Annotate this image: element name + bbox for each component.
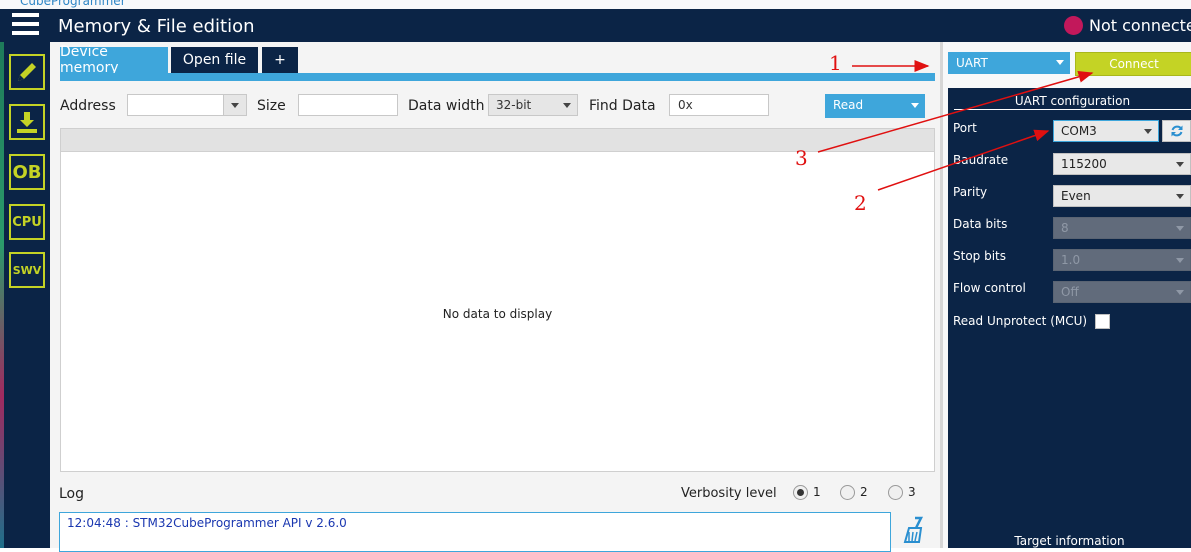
connection-panel: UART Connect UART configuration Port COM…: [943, 42, 1191, 550]
chevron-down-icon: [563, 103, 571, 108]
sidebar-item-memory-edit[interactable]: [9, 54, 45, 90]
chevron-down-icon: [1176, 162, 1184, 167]
log-output[interactable]: 12:04:48 : STM32CubeProgrammer API v 2.6…: [59, 512, 891, 552]
data-width-value: 32-bit: [496, 98, 532, 112]
baudrate-select[interactable]: 115200: [1053, 153, 1191, 175]
app-name-strip: CubeProgrammer: [0, 0, 1191, 9]
stop-bits-value: 1.0: [1061, 253, 1081, 267]
size-label: Size: [257, 98, 286, 114]
verbosity-radio-2-label: 2: [860, 485, 868, 499]
chevron-down-icon: [1176, 194, 1184, 199]
empty-state-text: No data to display: [442, 307, 553, 321]
swv-icon: SWV: [12, 263, 42, 277]
address-input[interactable]: [127, 94, 224, 116]
stop-bits-select: 1.0: [1053, 249, 1191, 271]
verbosity-radio-3[interactable]: [888, 485, 903, 500]
read-unprotect-checkbox[interactable]: [1095, 314, 1110, 329]
chevron-down-icon: [1056, 60, 1064, 65]
chevron-down-icon: [1176, 290, 1184, 295]
chevron-down-icon: [1176, 226, 1184, 231]
sidebar: OB CPU SWV: [0, 42, 50, 548]
parity-label: Parity: [953, 185, 988, 199]
interface-value: UART: [956, 56, 988, 70]
uart-config-panel: UART configuration Port COM3 Baudrate 11…: [948, 88, 1191, 550]
chevron-down-icon: [1176, 258, 1184, 263]
find-data-label: Find Data: [589, 98, 656, 114]
data-bits-value: 8: [1061, 221, 1069, 235]
address-dropdown-button[interactable]: [223, 94, 247, 116]
tab-device-memory[interactable]: Device memory: [60, 44, 168, 76]
sidebar-item-erase-program[interactable]: [9, 104, 45, 140]
connection-status-icon: [1064, 16, 1083, 35]
annotation-label-1: 1: [829, 51, 842, 75]
port-select[interactable]: COM3: [1053, 120, 1159, 142]
interface-select[interactable]: UART: [948, 52, 1070, 74]
uart-config-title: UART configuration: [954, 94, 1191, 110]
data-bits-select: 8: [1053, 217, 1191, 239]
clear-log-broom-icon[interactable]: [901, 516, 925, 544]
app-name: CubeProgrammer: [20, 0, 126, 8]
hamburger-menu-icon[interactable]: [12, 13, 39, 36]
port-label: Port: [953, 121, 977, 135]
annotation-label-3: 3: [795, 146, 808, 170]
verbosity-radio-1-label: 1: [813, 485, 821, 499]
chevron-down-icon: [1144, 129, 1152, 134]
stop-bits-label: Stop bits: [953, 249, 1007, 263]
tab-add[interactable]: +: [262, 47, 298, 73]
address-label: Address: [60, 98, 116, 114]
port-value: COM3: [1061, 124, 1097, 138]
data-width-label: Data width: [408, 98, 485, 114]
sidebar-item-swv[interactable]: SWV: [9, 252, 45, 288]
pencil-icon: [18, 63, 36, 81]
data-width-select[interactable]: 32-bit: [488, 94, 578, 116]
flow-control-select: Off: [1053, 281, 1191, 303]
refresh-ports-button[interactable]: [1162, 120, 1191, 142]
page-title: Memory & File edition: [58, 16, 255, 37]
connection-status-text: Not connected: [1089, 16, 1191, 35]
cpu-icon: CPU: [12, 214, 42, 230]
chevron-down-icon: [231, 103, 239, 108]
verbosity-radio-1[interactable]: [793, 485, 808, 500]
memory-panel: Device memory Open file + Address Size D…: [50, 42, 940, 552]
baudrate-label: Baudrate: [953, 153, 1009, 167]
parity-select[interactable]: Even: [1053, 185, 1191, 207]
connect-button[interactable]: Connect: [1075, 52, 1191, 76]
flow-control-value: Off: [1061, 285, 1079, 299]
log-label: Log: [59, 486, 85, 502]
verbosity-radio-2[interactable]: [840, 485, 855, 500]
verbosity-radio-3-label: 3: [908, 485, 916, 499]
read-button-label: Read: [833, 98, 864, 112]
parity-value: Even: [1061, 189, 1091, 203]
chevron-down-icon: [911, 103, 919, 108]
read-unprotect-label: Read Unprotect (MCU): [953, 314, 1088, 328]
memory-grid[interactable]: No data to display: [60, 128, 935, 472]
sidebar-item-cpu[interactable]: CPU: [9, 204, 45, 240]
tab-open-file[interactable]: Open file: [171, 47, 258, 73]
annotation-label-2: 2: [854, 191, 867, 215]
refresh-icon: [1171, 125, 1182, 137]
data-bits-label: Data bits: [953, 217, 1008, 231]
size-input[interactable]: [298, 94, 398, 116]
log-line: 12:04:48 : STM32CubeProgrammer API v 2.6…: [67, 516, 347, 530]
baudrate-value: 115200: [1061, 157, 1107, 171]
sidebar-item-option-bytes[interactable]: OB: [9, 154, 45, 190]
tab-underline: [60, 73, 935, 81]
flow-control-label: Flow control: [953, 281, 1026, 295]
ob-icon: OB: [12, 161, 42, 183]
verbosity-label: Verbosity level: [681, 486, 777, 501]
find-data-input[interactable]: 0x: [669, 94, 769, 116]
download-icon: [17, 112, 37, 133]
read-button[interactable]: Read: [825, 94, 925, 118]
window-edge-strip: [0, 42, 4, 548]
